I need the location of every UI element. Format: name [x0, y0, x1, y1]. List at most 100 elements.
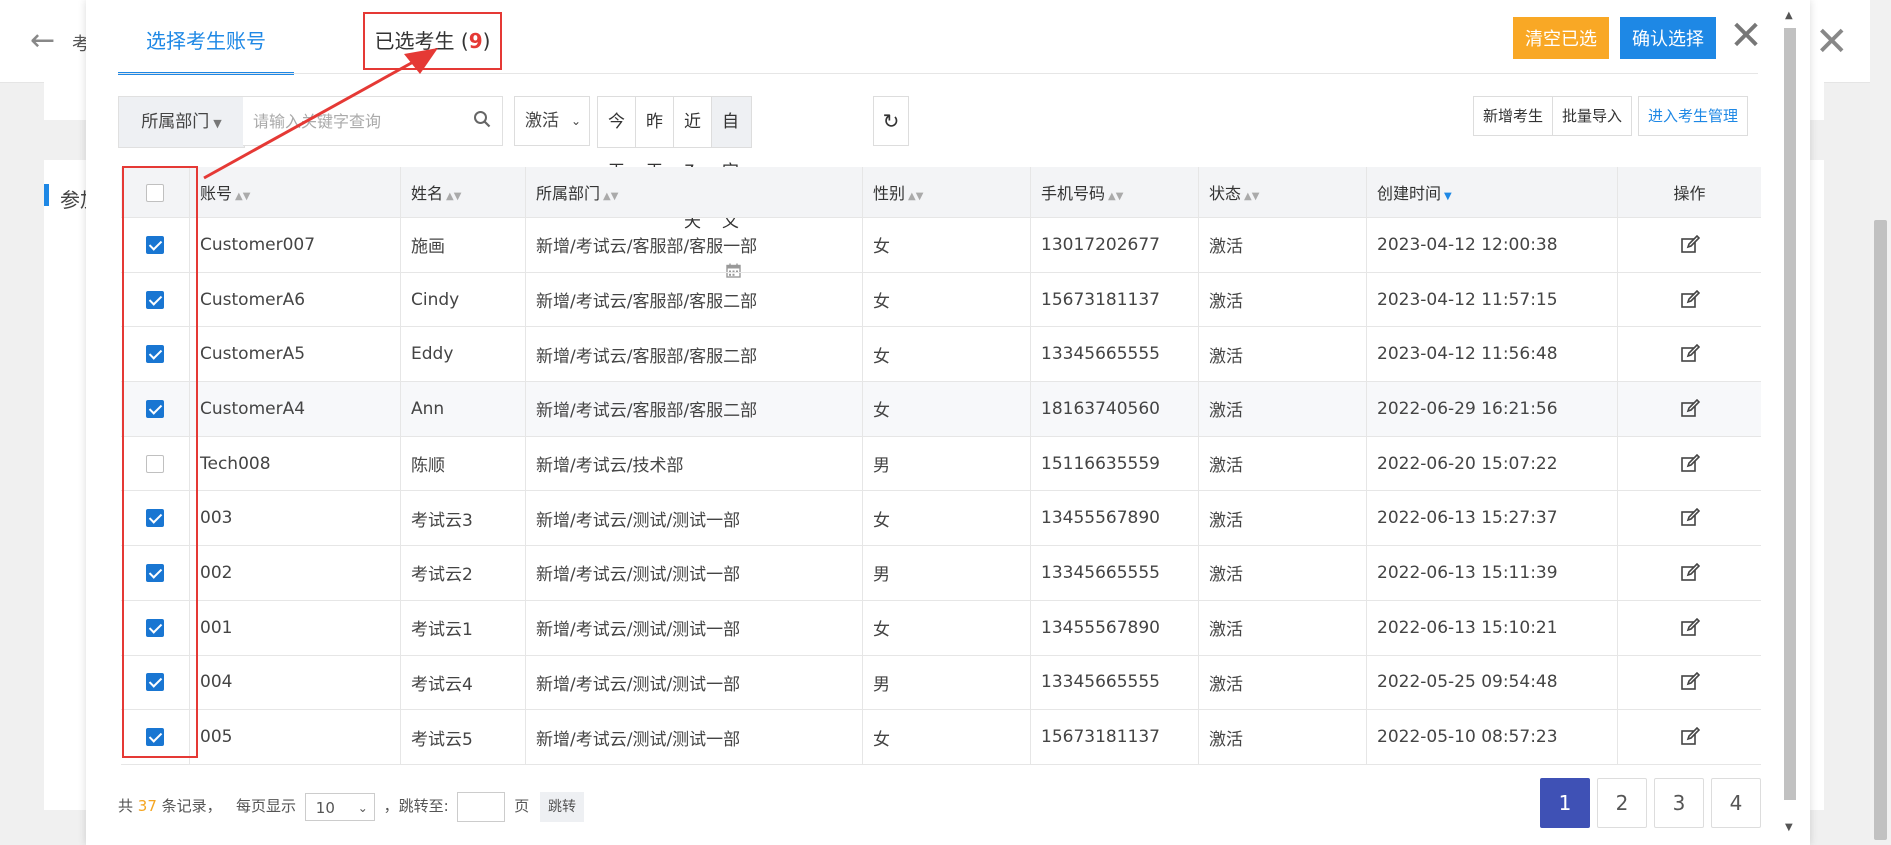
edit-icon[interactable]: [1680, 727, 1700, 747]
cell-status: 激活: [1198, 436, 1367, 492]
per-page-select[interactable]: 10 ⌄: [304, 792, 375, 821]
cell-phone: 13345665555: [1030, 326, 1199, 383]
jump-button[interactable]: 跳转: [540, 791, 584, 822]
table-row[interactable]: CustomerA6 Cindy 新增/考试云/客服部/客服二部女 156731811…: [121, 272, 1761, 328]
scroll-down-icon[interactable]: ▼: [1785, 822, 1793, 833]
row-checkbox[interactable]: [146, 563, 164, 582]
page-scrollbar-thumb[interactable]: [1874, 220, 1887, 840]
modal-scrollbar[interactable]: ▲ ▼: [1782, 10, 1798, 838]
tab-choose-account[interactable]: 选择考生账号: [118, 0, 294, 75]
clear-selected-button[interactable]: 清空已选: [1513, 17, 1609, 59]
modal-scrollbar-thumb[interactable]: [1784, 28, 1796, 800]
tab-selected-candidates[interactable]: 已选考生 (9): [363, 12, 502, 70]
tabs-divider: [118, 73, 1758, 74]
cell-created: 2022-06-29 16:21:56: [1366, 381, 1618, 437]
cell-dept: 新增/考试云/测试/测试一部: [525, 709, 863, 765]
header-status[interactable]: 状态 ▲▼: [1198, 167, 1367, 218]
row-checkbox[interactable]: [146, 290, 164, 309]
search-input[interactable]: [243, 96, 503, 146]
caret-down-icon: ▼: [213, 117, 222, 130]
header-created[interactable]: 创建时间 ▼: [1366, 167, 1618, 218]
row-checkbox-cell: [121, 217, 190, 273]
cell-phone: 13345665555: [1030, 545, 1199, 601]
table-row[interactable]: 003 考试云3 新增/考试云/测试/测试一部女 13455567890 激活 2022-…: [121, 490, 1761, 547]
add-candidate-button[interactable]: 新增考生: [1473, 96, 1554, 136]
table-row[interactable]: 005 考试云5 新增/考试云/测试/测试一部女 15673181137 激活 2022-…: [121, 709, 1761, 765]
back-arrow-icon[interactable]: ←: [30, 26, 55, 56]
header-department[interactable]: 所属部门 ▲▼: [525, 167, 863, 218]
confirm-selection-button[interactable]: 确认选择: [1620, 17, 1716, 59]
cell-name: Cindy: [400, 272, 526, 328]
date-today-button[interactable]: 今天: [598, 97, 636, 182]
header-account[interactable]: 账号 ▲▼: [189, 167, 401, 218]
edit-icon[interactable]: [1680, 344, 1700, 364]
page-button-3[interactable]: 3: [1654, 778, 1704, 828]
edit-icon[interactable]: [1680, 617, 1700, 638]
header-name[interactable]: 姓名 ▲▼: [400, 167, 526, 218]
table-row[interactable]: 001 考试云1 新增/考试云/测试/测试一部女 13455567890 激活 2022-…: [121, 600, 1761, 656]
total-suffix: 条记录，: [161, 797, 222, 815]
chevron-down-icon: ⌄: [570, 114, 581, 128]
cell-account: 004: [189, 655, 401, 711]
table-header-row: 账号 ▲▼ 姓名 ▲▼ 所属部门 ▲▼ 性别 ▲▼ 手机号码 ▲▼ 状态 ▲▼ 创建时间 ▼ …: [121, 167, 1761, 218]
edit-icon[interactable]: [1680, 398, 1700, 419]
cell-account: CustomerA6: [189, 272, 401, 328]
candidates-table: 账号 ▲▼ 姓名 ▲▼ 所属部门 ▲▼ 性别 ▲▼ 手机号码 ▲▼ 状态 ▲▼ 创建时间 ▼ …: [121, 167, 1761, 765]
department-dropdown[interactable]: 所属部门 ▼: [118, 96, 245, 148]
cell-account: Tech008: [189, 436, 401, 492]
edit-icon[interactable]: [1680, 508, 1700, 528]
batch-import-button[interactable]: 批量导入: [1552, 96, 1633, 136]
date-yesterday-button[interactable]: 昨天: [636, 97, 674, 182]
background-close-icon[interactable]: ✕: [1815, 22, 1849, 62]
edit-icon[interactable]: [1680, 234, 1700, 255]
refresh-button[interactable]: ↻: [873, 96, 909, 146]
page-scrollbar[interactable]: [1870, 0, 1891, 845]
header-phone[interactable]: 手机号码 ▲▼: [1030, 167, 1199, 218]
cell-account: 002: [189, 545, 401, 601]
scroll-up-icon[interactable]: ▲: [1785, 10, 1793, 21]
row-checkbox[interactable]: [146, 618, 164, 637]
cell-gender: 女: [862, 490, 1031, 547]
close-icon[interactable]: ✕: [1726, 16, 1766, 56]
sort-desc-icon: ▼: [1444, 191, 1452, 202]
candidate-actions: 新增考生 批量导入 进入考生管理: [1473, 96, 1749, 136]
row-checkbox-cell: [121, 709, 190, 765]
cell-name: 考试云3: [400, 490, 526, 547]
status-dropdown[interactable]: 激活 ⌄: [514, 96, 590, 146]
page-button-4[interactable]: 4: [1711, 778, 1761, 828]
table-row[interactable]: Customer007 施画 新增/考试云/客服部/客服一部女 13017202677…: [121, 217, 1761, 273]
row-checkbox[interactable]: [146, 454, 164, 473]
row-checkbox[interactable]: [146, 728, 164, 747]
table-row[interactable]: 004 考试云4 新增/考试云/测试/测试一部男 13345665555 激活 2022-…: [121, 655, 1761, 711]
page-button-2[interactable]: 2: [1597, 778, 1647, 828]
table-row[interactable]: Tech008 陈顺 新增/考试云/技术部男 15116635559 激活 2022-06…: [121, 436, 1761, 492]
page-button-1[interactable]: 1: [1540, 778, 1590, 828]
row-checkbox-cell: [121, 655, 190, 711]
edit-icon[interactable]: [1680, 672, 1700, 692]
row-checkbox[interactable]: [146, 509, 164, 528]
header-name-label: 姓名: [411, 184, 444, 203]
date-custom-button[interactable]: 自定义: [712, 97, 751, 278]
cell-name: 考试云2: [400, 545, 526, 601]
date-last7-button[interactable]: 近7天: [674, 97, 712, 232]
edit-icon[interactable]: [1680, 562, 1700, 583]
tab-selected-label: 已选考生: [374, 29, 455, 53]
row-checkbox[interactable]: [146, 235, 164, 254]
jump-page-input[interactable]: [457, 791, 506, 822]
row-checkbox[interactable]: [146, 345, 164, 364]
table-row[interactable]: CustomerA4 Ann 新增/考试云/客服部/客服二部女 18163740560…: [121, 381, 1761, 437]
header-gender[interactable]: 性别 ▲▼: [862, 167, 1031, 218]
table-row[interactable]: 002 考试云2 新增/考试云/测试/测试一部男 13345665555 激活 2022-…: [121, 545, 1761, 601]
select-all-checkbox[interactable]: [146, 183, 164, 202]
header-account-label: 账号: [200, 184, 233, 203]
edit-icon[interactable]: [1680, 453, 1700, 474]
cell-dept: 新增/考试云/客服部/客服一部: [525, 217, 863, 273]
search-icon[interactable]: [473, 110, 491, 128]
cell-created: 2022-05-25 09:54:48: [1366, 655, 1618, 711]
row-checkbox[interactable]: [146, 673, 164, 692]
row-checkbox[interactable]: [146, 399, 164, 418]
row-actions-cell: [1617, 381, 1761, 437]
edit-icon[interactable]: [1680, 289, 1700, 310]
candidate-management-button[interactable]: 进入考生管理: [1638, 96, 1749, 136]
table-row[interactable]: CustomerA5 Eddy 新增/考试云/客服部/客服二部女 1334566555…: [121, 326, 1761, 383]
